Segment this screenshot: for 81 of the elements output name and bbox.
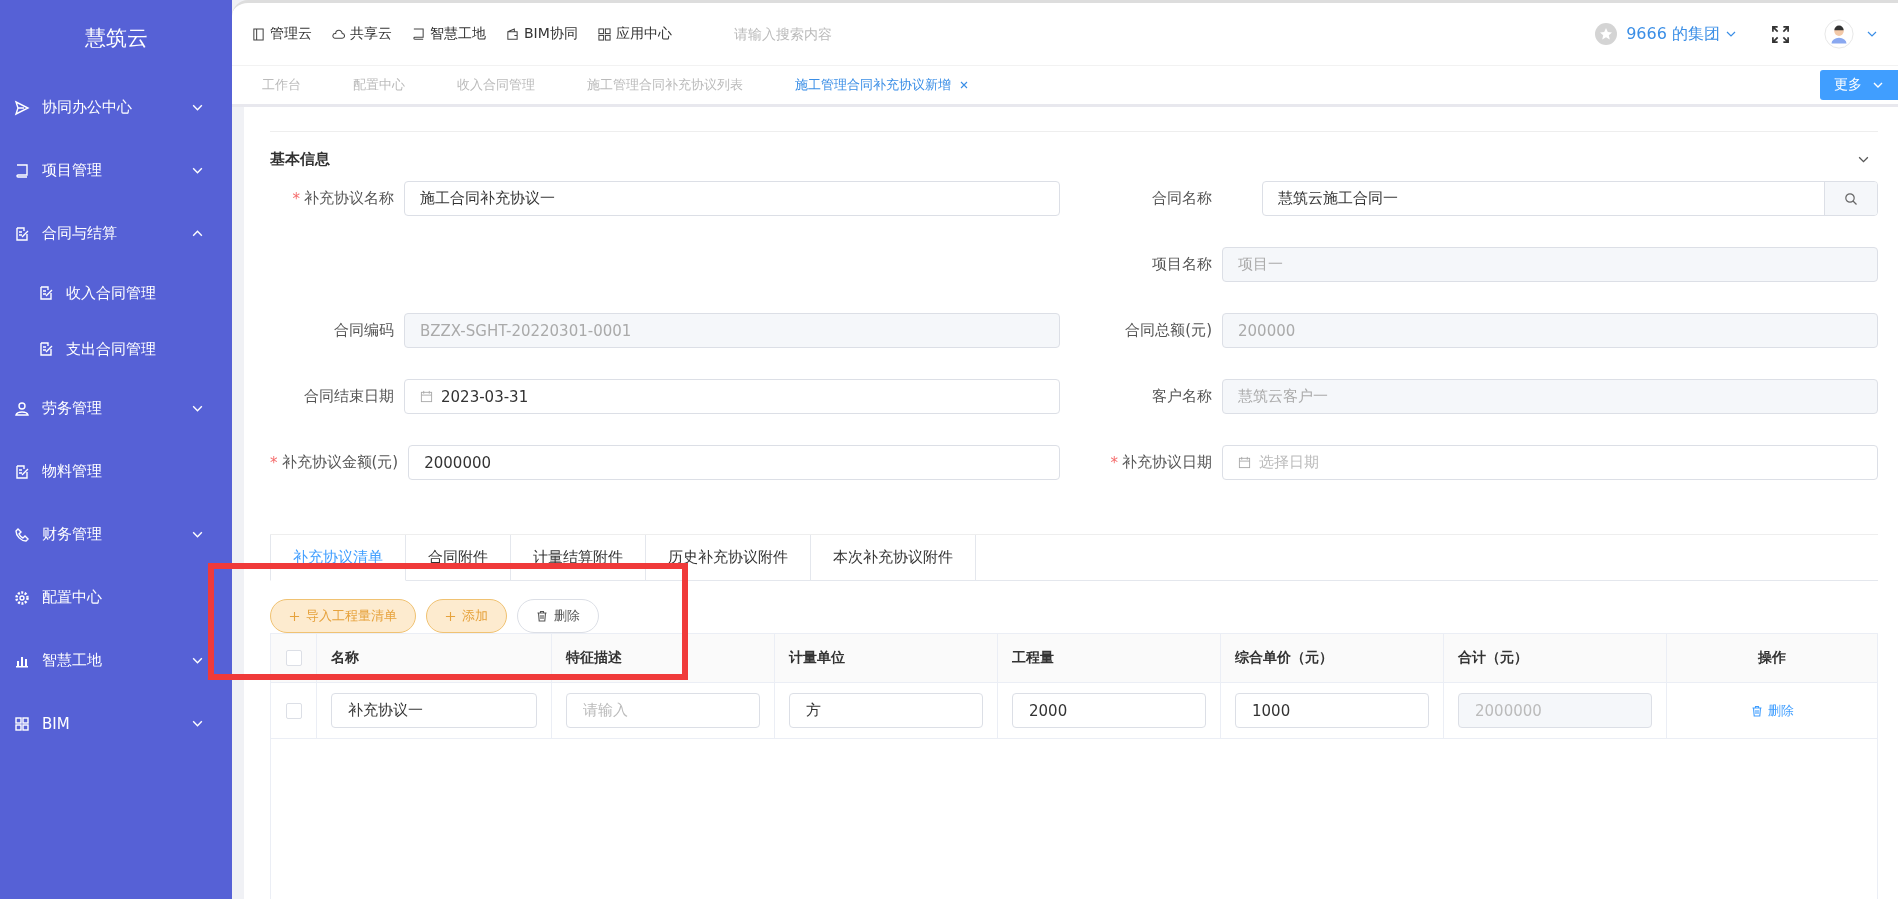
field-label: 合同编码 xyxy=(334,321,394,340)
phone-icon xyxy=(14,526,30,543)
sidebar-item[interactable]: 财务管理 xyxy=(0,503,232,566)
top-nav-link[interactable]: 智慧工地 xyxy=(412,25,486,43)
checkbox[interactable] xyxy=(285,650,302,666)
column-header: 特征描述 xyxy=(566,649,622,667)
input-field[interactable]: 1000 xyxy=(1235,693,1429,728)
column-header: 计量单位 xyxy=(789,649,845,667)
document-edit-icon xyxy=(14,463,30,480)
avatar-icon[interactable] xyxy=(1824,19,1854,49)
sidebar-subitem[interactable]: 收入合同管理 xyxy=(0,265,232,321)
book-icon xyxy=(412,27,425,41)
calendar-icon xyxy=(1238,456,1251,469)
sidebar-item[interactable]: 智慧工地 xyxy=(0,629,232,692)
document-edit-icon xyxy=(14,225,30,242)
cloud-icon xyxy=(332,27,345,41)
checkbox[interactable] xyxy=(285,702,302,719)
plus-icon xyxy=(289,610,300,622)
delete-link[interactable]: 删除 xyxy=(1750,701,1794,720)
page-tab[interactable]: 施工管理合同补充协议新增 xyxy=(783,76,991,94)
book-icon xyxy=(14,162,30,179)
app-logo: 慧筑云 xyxy=(83,25,149,52)
person-icon xyxy=(14,400,30,417)
required-mark: * xyxy=(270,453,278,472)
panel-icon xyxy=(252,27,265,41)
required-mark: * xyxy=(292,189,300,208)
trash-icon xyxy=(536,610,548,622)
sidebar-item[interactable]: 物料管理 xyxy=(0,440,232,503)
top-nav-link[interactable]: BIM协同 xyxy=(506,25,578,43)
document-edit-icon xyxy=(38,285,54,301)
top-nav-link[interactable]: 共享云 xyxy=(332,25,392,43)
sidebar-item[interactable]: 劳务管理 xyxy=(0,377,232,440)
settings-icon xyxy=(14,589,30,606)
field-label: 合同名称 xyxy=(1152,189,1212,208)
search-button[interactable] xyxy=(1824,182,1877,215)
more-button[interactable]: 更多 xyxy=(1820,70,1898,100)
delete-button[interactable]: 删除 xyxy=(517,599,599,633)
field-label: 补充协议日期 xyxy=(1122,453,1212,472)
calendar-icon xyxy=(420,390,433,403)
detail-tab[interactable]: 本次补充协议附件 xyxy=(811,535,976,580)
sidebar-item[interactable]: 合同与结算 xyxy=(0,202,232,265)
close-icon[interactable] xyxy=(959,80,969,90)
field-label: 补充协议名称 xyxy=(304,189,394,208)
star-badge-icon xyxy=(1594,22,1619,46)
field-label: 合同总额(元) xyxy=(1125,321,1212,340)
input-field[interactable]: 2023-03-31 xyxy=(404,379,1060,414)
input-field[interactable]: 2000 xyxy=(1012,693,1206,728)
search-icon xyxy=(1844,191,1858,206)
fullscreen-icon[interactable] xyxy=(1771,24,1790,44)
sidebar-item[interactable]: 项目管理 xyxy=(0,139,232,202)
sidebar-item[interactable]: BIM xyxy=(0,692,232,755)
sidebar-item[interactable]: 协同办公中心 xyxy=(0,76,232,139)
wallet-icon xyxy=(506,27,519,41)
column-header: 工程量 xyxy=(1012,649,1054,667)
input-field[interactable]: 慧筑云施工合同一 xyxy=(1262,181,1878,216)
field-label: 客户名称 xyxy=(1152,387,1212,406)
column-header: 名称 xyxy=(331,649,359,667)
column-header: 综合单价（元） xyxy=(1235,649,1333,667)
trash-icon xyxy=(1750,704,1763,717)
sidebar-item[interactable]: 配置中心 xyxy=(0,566,232,629)
field-label: 项目名称 xyxy=(1152,255,1212,274)
grid-icon xyxy=(597,27,611,41)
plus-icon xyxy=(445,610,456,622)
input-field[interactable]: 2000000 xyxy=(408,445,1060,480)
top-nav-link[interactable]: 管理云 xyxy=(252,25,312,43)
input-field[interactable]: 方 xyxy=(789,693,983,728)
send-icon xyxy=(14,99,30,116)
section-title: 基本信息 xyxy=(270,150,330,169)
top-nav-link[interactable]: 应用中心 xyxy=(597,25,672,43)
grid-icon xyxy=(14,715,30,732)
sidebar-subitem[interactable]: 支出合同管理 xyxy=(0,321,232,377)
document-edit-icon xyxy=(38,341,54,357)
field-label: 补充协议金额(元) xyxy=(281,453,399,472)
required-mark: * xyxy=(1110,453,1118,472)
input-field[interactable]: 施工合同补充协议一 xyxy=(404,181,1060,216)
field-label: 合同结束日期 xyxy=(304,387,394,406)
organization-dropdown[interactable]: 9666 的集团 xyxy=(1626,23,1737,45)
column-header: 合计（元） xyxy=(1458,649,1528,667)
detail-tab[interactable]: 历史补充协议附件 xyxy=(646,535,811,580)
column-header: 操作 xyxy=(1758,649,1786,667)
input-field[interactable]: 补充协议一 xyxy=(331,693,537,728)
